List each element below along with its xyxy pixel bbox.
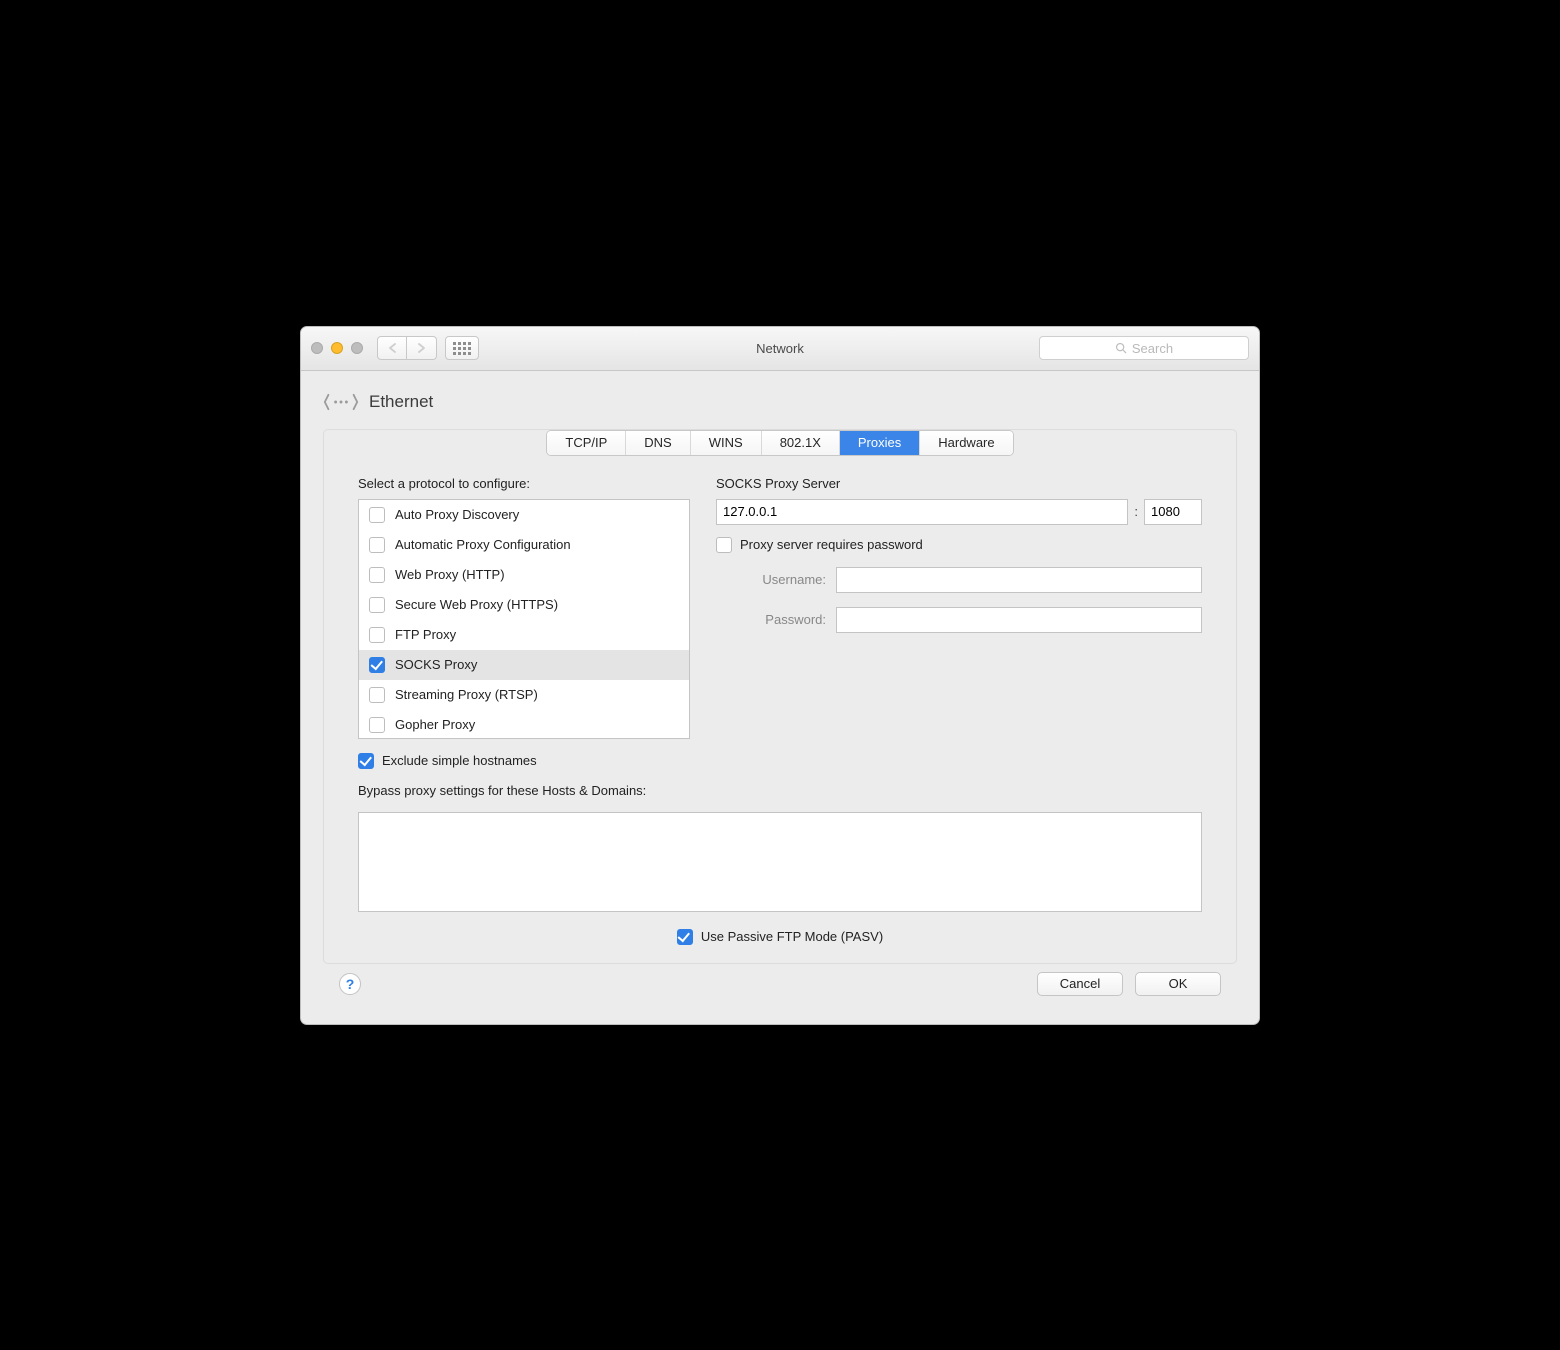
protocol-row[interactable]: Web Proxy (HTTP) (359, 560, 689, 590)
grid-icon (453, 342, 471, 355)
interface-header: Ethernet (323, 387, 1237, 417)
proxy-host-input[interactable] (716, 499, 1128, 525)
protocol-label: SOCKS Proxy (395, 657, 477, 672)
bypass-label: Bypass proxy settings for these Hosts & … (358, 783, 1202, 798)
username-input[interactable] (836, 567, 1202, 593)
close-window-button[interactable] (311, 342, 323, 354)
cancel-button[interactable]: Cancel (1037, 972, 1123, 996)
forward-button[interactable] (407, 336, 437, 360)
protocol-checkbox[interactable] (369, 687, 385, 703)
settings-sheet: TCP/IPDNSWINS802.1XProxiesHardware Selec… (323, 429, 1237, 964)
protocol-checkbox[interactable] (369, 567, 385, 583)
protocol-row[interactable]: Secure Web Proxy (HTTPS) (359, 590, 689, 620)
username-label: Username: (716, 572, 826, 587)
protocol-checkbox[interactable] (369, 597, 385, 613)
bypass-textarea[interactable] (358, 812, 1202, 912)
protocol-list[interactable]: Auto Proxy Discovery Automatic Proxy Conf… (358, 499, 690, 739)
chevron-right-icon (417, 343, 426, 353)
exclude-simple-label: Exclude simple hostnames (382, 753, 537, 768)
server-label: SOCKS Proxy Server (716, 476, 1202, 491)
network-preferences-window: Network Search Ethernet (300, 326, 1260, 1025)
chevron-left-icon (388, 343, 397, 353)
search-icon (1115, 342, 1127, 354)
password-label: Password: (716, 612, 826, 627)
protocol-row[interactable]: Streaming Proxy (RTSP) (359, 680, 689, 710)
ok-button[interactable]: OK (1135, 972, 1221, 996)
pasv-label: Use Passive FTP Mode (PASV) (701, 929, 883, 944)
protocol-row[interactable]: Automatic Proxy Configuration (359, 530, 689, 560)
pasv-checkbox[interactable] (677, 929, 693, 945)
tab-802-1x[interactable]: 802.1X (762, 431, 840, 455)
tabs-container: TCP/IPDNSWINS802.1XProxiesHardware (324, 429, 1236, 456)
minimize-window-button[interactable] (331, 342, 343, 354)
protocol-checkbox[interactable] (369, 627, 385, 643)
protocol-label: Streaming Proxy (RTSP) (395, 687, 538, 702)
content: Ethernet TCP/IPDNSWINS802.1XProxiesHardw… (301, 371, 1259, 1024)
select-protocol-label: Select a protocol to configure: (358, 476, 690, 491)
protocol-label: Secure Web Proxy (HTTPS) (395, 597, 558, 612)
proxies-pane: Select a protocol to configure: Auto Pro… (324, 456, 1236, 963)
nav-buttons (377, 336, 437, 360)
search-field[interactable]: Search (1039, 336, 1249, 360)
tab-tcp-ip[interactable]: TCP/IP (547, 431, 626, 455)
help-button[interactable]: ? (339, 973, 361, 995)
traffic-lights (311, 342, 363, 354)
password-input[interactable] (836, 607, 1202, 633)
protocol-row[interactable]: Gopher Proxy (359, 710, 689, 740)
protocol-label: Auto Proxy Discovery (395, 507, 519, 522)
protocol-row[interactable]: SOCKS Proxy (359, 650, 689, 680)
proxy-port-input[interactable] (1144, 499, 1202, 525)
interface-name: Ethernet (369, 392, 433, 412)
zoom-window-button[interactable] (351, 342, 363, 354)
search-placeholder: Search (1132, 341, 1173, 356)
tab-hardware[interactable]: Hardware (920, 431, 1012, 455)
protocol-row[interactable]: Auto Proxy Discovery (359, 500, 689, 530)
protocol-row[interactable]: FTP Proxy (359, 620, 689, 650)
protocol-label: Web Proxy (HTTP) (395, 567, 505, 582)
protocol-checkbox[interactable] (369, 507, 385, 523)
protocol-label: Gopher Proxy (395, 717, 475, 732)
exclude-simple-checkbox[interactable] (358, 753, 374, 769)
tab-proxies[interactable]: Proxies (840, 431, 920, 455)
tab-bar: TCP/IPDNSWINS802.1XProxiesHardware (546, 430, 1013, 456)
titlebar: Network Search (301, 327, 1259, 371)
requires-password-checkbox[interactable] (716, 537, 732, 553)
tab-dns[interactable]: DNS (626, 431, 690, 455)
tab-wins[interactable]: WINS (691, 431, 762, 455)
protocol-checkbox[interactable] (369, 717, 385, 733)
requires-password-label: Proxy server requires password (740, 537, 923, 552)
protocol-label: FTP Proxy (395, 627, 456, 642)
host-port-separator: : (1134, 504, 1138, 519)
protocol-checkbox[interactable] (369, 537, 385, 553)
show-all-button[interactable] (445, 336, 479, 360)
protocol-checkbox[interactable] (369, 657, 385, 673)
protocol-label: Automatic Proxy Configuration (395, 537, 571, 552)
ethernet-icon (323, 387, 359, 417)
back-button[interactable] (377, 336, 407, 360)
footer: ? Cancel OK (323, 964, 1237, 1010)
